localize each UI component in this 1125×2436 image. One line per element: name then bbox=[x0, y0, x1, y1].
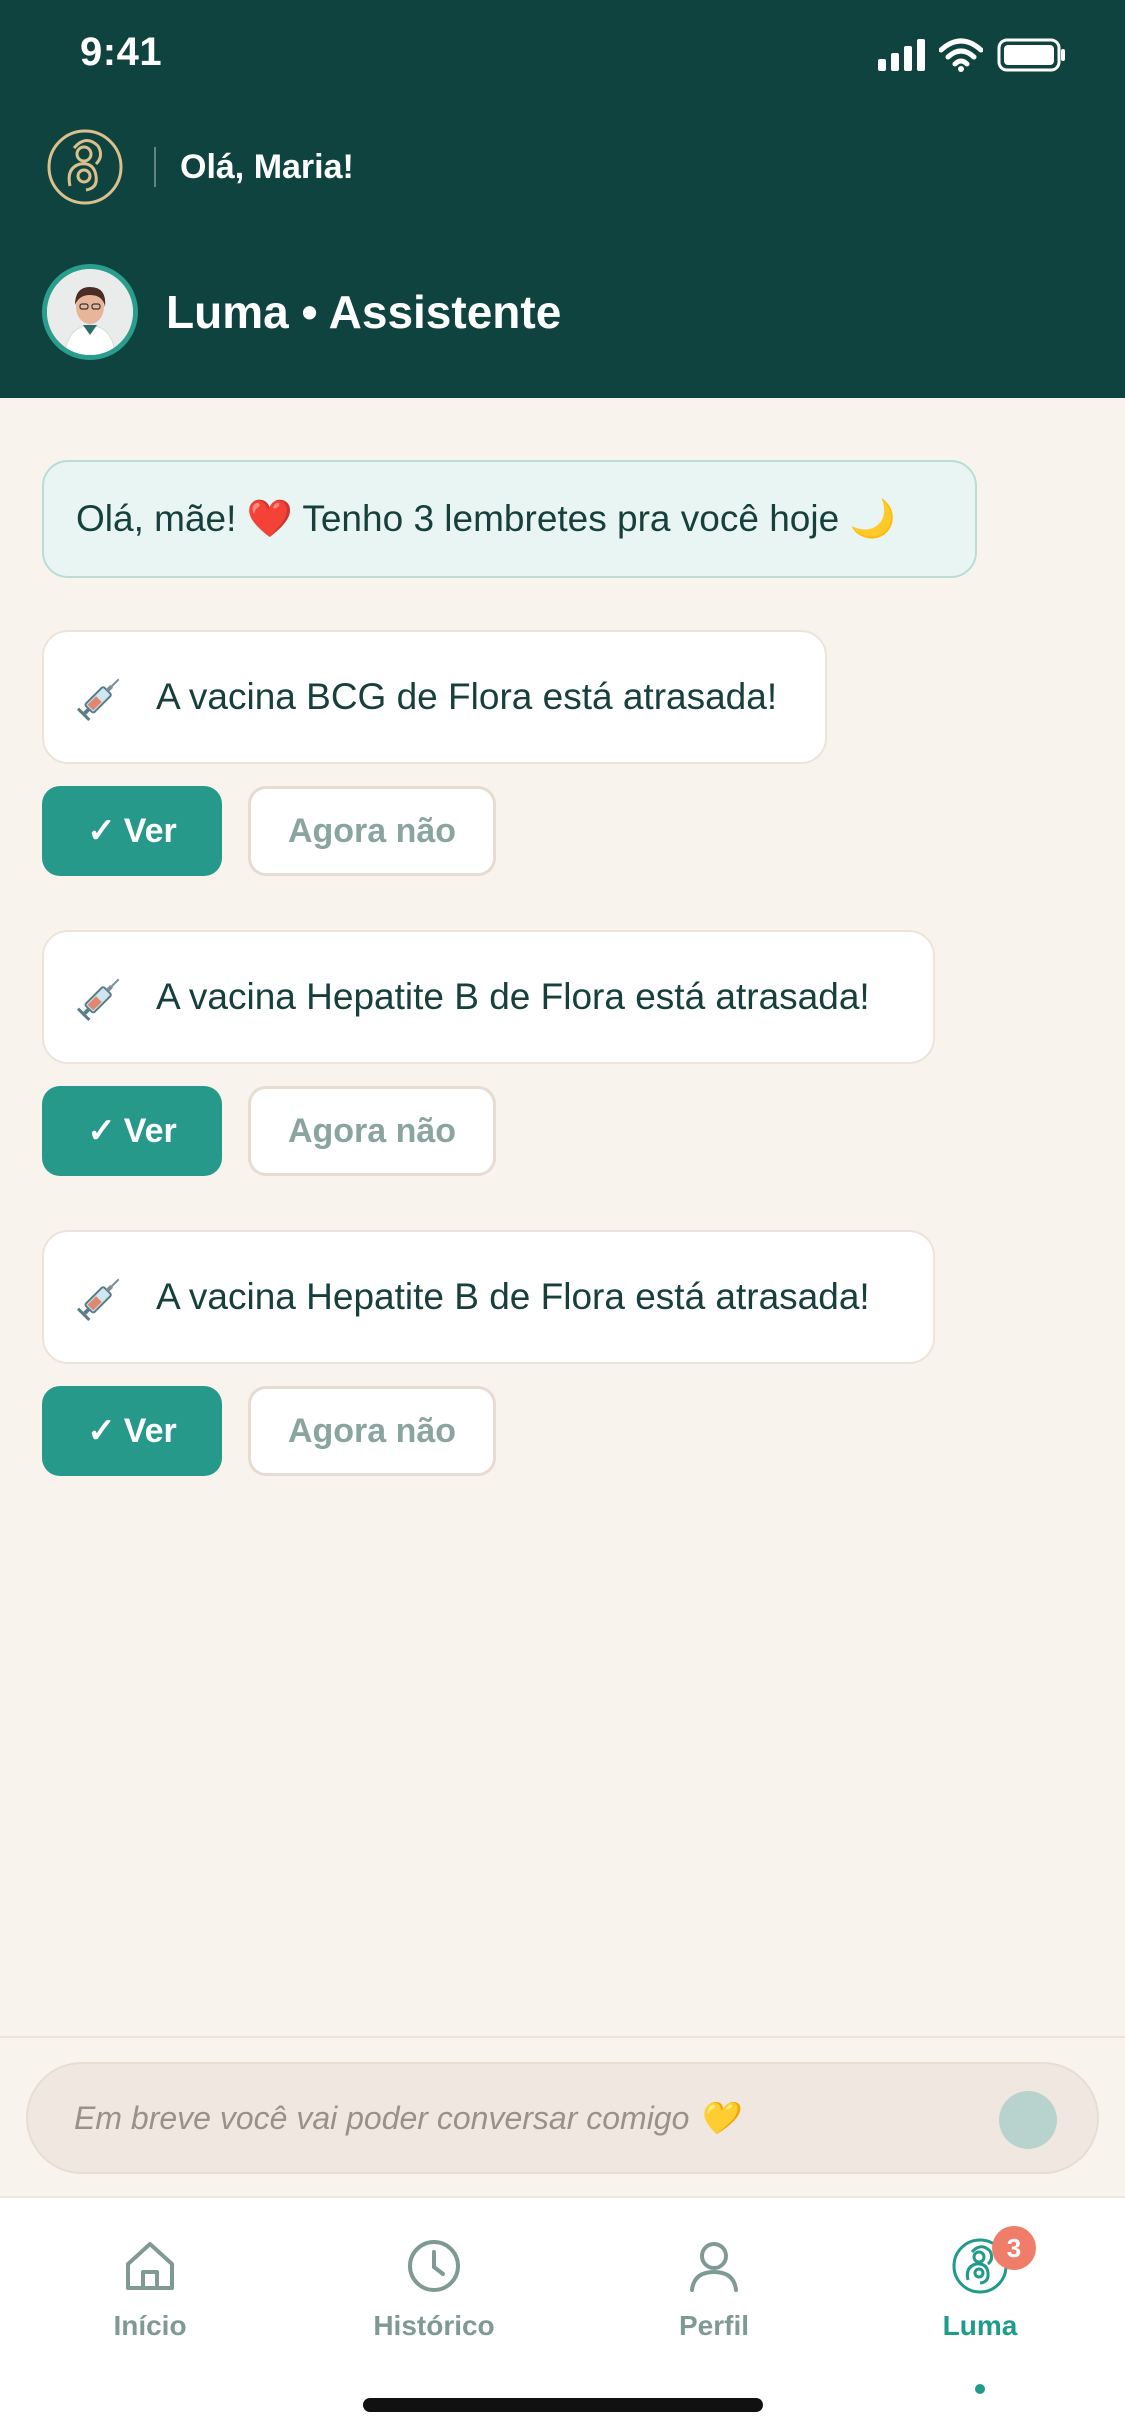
status-time: 9:41 bbox=[80, 30, 163, 74]
view-reminder-button[interactable]: ✓ Ver bbox=[42, 786, 222, 876]
cellular-signal-icon bbox=[878, 39, 925, 71]
chat-input[interactable]: Em breve você vai poder conversar comigo… bbox=[26, 2062, 1099, 2174]
tab-inicio[interactable]: Início bbox=[50, 2234, 250, 2364]
view-button-label: Ver bbox=[123, 811, 177, 850]
reminder-text: A vacina Hepatite B de Flora está atrasa… bbox=[156, 976, 870, 1017]
wifi-icon bbox=[939, 38, 983, 72]
tab-perfil[interactable]: Perfil bbox=[614, 2234, 814, 2364]
person-icon bbox=[690, 2242, 738, 2292]
dismiss-reminder-button[interactable]: Agora não bbox=[248, 1086, 496, 1176]
reminder-actions: ✓ Ver Agora não bbox=[42, 1386, 935, 1476]
reminder-bubble: A vacina Hepatite B de Flora está atrasa… bbox=[42, 930, 935, 1064]
dismiss-reminder-button[interactable]: Agora não bbox=[248, 786, 496, 876]
reminder-card: A vacina BCG de Flora está atrasada! ✓ V… bbox=[42, 630, 827, 876]
assistant-avatar[interactable] bbox=[42, 264, 138, 360]
syringe-icon bbox=[76, 978, 120, 1022]
view-reminder-button[interactable]: ✓ Ver bbox=[42, 1086, 222, 1176]
chat-input-placeholder: Em breve você vai poder conversar comigo… bbox=[74, 2100, 739, 2136]
assistant-row: Luma • Assistente bbox=[42, 262, 561, 362]
check-icon: ✓ bbox=[87, 812, 116, 850]
view-button-label: Ver bbox=[123, 1411, 177, 1450]
tab-label: Luma bbox=[942, 2310, 1018, 2341]
tab-label: Histórico bbox=[373, 2310, 495, 2341]
intro-message-bubble: Olá, mãe! ❤️ Tenho 3 lembretes pra você … bbox=[42, 460, 977, 578]
view-reminder-button[interactable]: ✓ Ver bbox=[42, 1386, 222, 1476]
reminder-actions: ✓ Ver Agora não bbox=[42, 786, 827, 876]
check-icon: ✓ bbox=[87, 1112, 116, 1150]
status-icons bbox=[878, 38, 1067, 72]
notification-badge: 3 bbox=[992, 2226, 1036, 2270]
active-tab-indicator bbox=[975, 2384, 985, 2394]
assistant-portrait-icon bbox=[47, 269, 133, 355]
syringe-icon bbox=[76, 1278, 120, 1322]
reminder-bubble: A vacina BCG de Flora está atrasada! bbox=[42, 630, 827, 764]
home-icon bbox=[126, 2242, 174, 2290]
mother-baby-logo-icon bbox=[47, 129, 123, 205]
reminder-text: A vacina BCG de Flora está atrasada! bbox=[156, 676, 778, 717]
brand-row: Olá, Maria! bbox=[44, 122, 354, 212]
tab-luma[interactable]: 3 Luma bbox=[880, 2226, 1080, 2394]
app-screen: 9:41 Olá, Maria! Luma • Assistente Olá, … bbox=[0, 0, 1125, 2436]
reminder-card: A vacina Hepatite B de Flora está atrasa… bbox=[42, 1230, 935, 1476]
brand-divider bbox=[154, 147, 156, 187]
assistant-title: Luma • Assistente bbox=[166, 286, 562, 338]
tab-label: Início bbox=[113, 2310, 187, 2341]
send-button[interactable] bbox=[999, 2091, 1057, 2149]
reminder-card: A vacina Hepatite B de Flora está atrasa… bbox=[42, 930, 935, 1176]
tab-historico[interactable]: Histórico bbox=[334, 2234, 534, 2364]
status-bar: 9:41 bbox=[0, 0, 1125, 110]
battery-icon bbox=[997, 38, 1067, 72]
reminder-bubble: A vacina Hepatite B de Flora está atrasa… bbox=[42, 1230, 935, 1364]
greeting-text: Olá, Maria! bbox=[180, 147, 354, 186]
reminder-text: A vacina Hepatite B de Flora está atrasa… bbox=[156, 1276, 870, 1317]
dismiss-reminder-button[interactable]: Agora não bbox=[248, 1386, 496, 1476]
tab-label: Perfil bbox=[678, 2310, 750, 2341]
view-button-label: Ver bbox=[123, 1111, 177, 1150]
clock-icon bbox=[408, 2240, 460, 2292]
reminder-actions: ✓ Ver Agora não bbox=[42, 1086, 935, 1176]
header: 9:41 Olá, Maria! Luma • Assistente bbox=[0, 0, 1125, 398]
input-area: Em breve você vai poder conversar comigo… bbox=[0, 2036, 1125, 2196]
check-icon: ✓ bbox=[87, 1412, 116, 1450]
home-indicator[interactable] bbox=[363, 2398, 763, 2412]
syringe-icon bbox=[76, 678, 120, 722]
chat-area: Olá, mãe! ❤️ Tenho 3 lembretes pra você … bbox=[0, 398, 1125, 2038]
